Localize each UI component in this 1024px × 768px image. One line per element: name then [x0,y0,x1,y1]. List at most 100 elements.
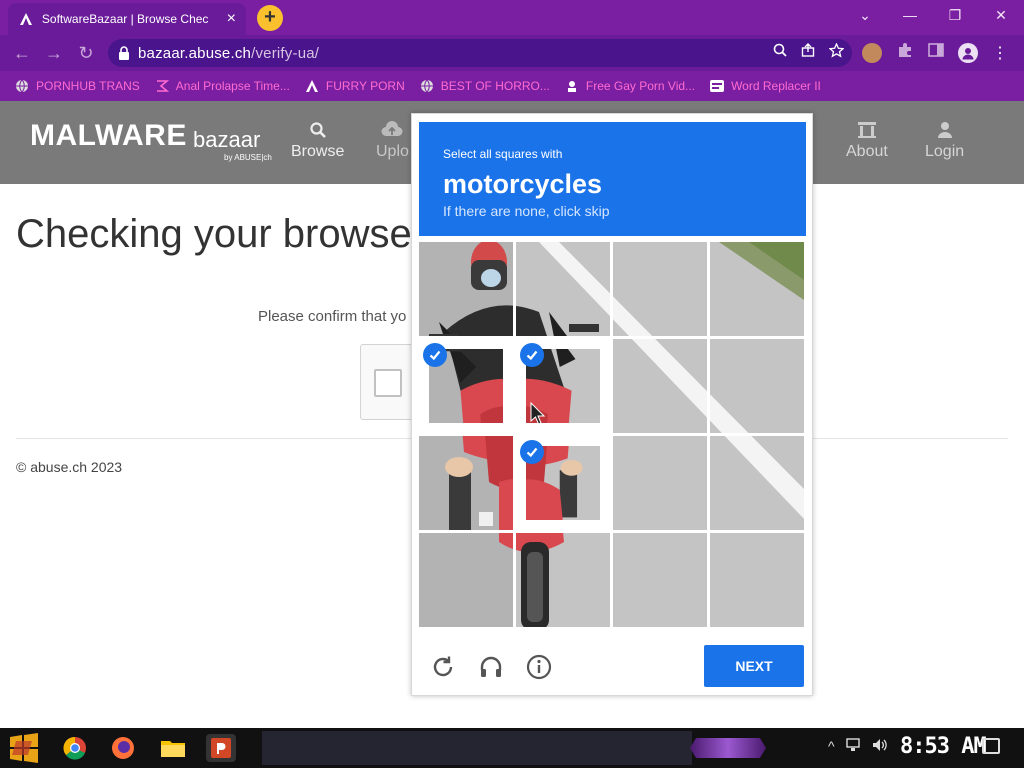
grid-cell-image [710,533,804,627]
grid-cell[interactable] [516,242,610,336]
user-icon [925,121,964,143]
grid-cell-image [613,533,707,627]
close-window-button[interactable]: ✕ [986,4,1016,26]
tab-search-chevron-icon[interactable]: ⌄ [850,4,880,26]
hcaptcha-checkbox[interactable] [374,369,402,397]
challenge-prompt: Select all squares with motorcycles If t… [419,122,806,236]
grid-cell[interactable] [613,436,707,530]
bookmark-item[interactable]: BEST OF HORRO... [419,78,550,94]
browser-menu-icon[interactable]: ⋮ [992,43,1008,63]
url-text: bazaar.abuse.ch/verify-ua/ [138,44,320,62]
taskbar-decoration [690,738,766,758]
logo-bazaar[interactable]: bazaar [193,127,260,153]
start-button[interactable] [6,733,42,763]
grid-cell[interactable] [419,533,513,627]
back-button[interactable]: ← [10,42,34,64]
site-icon [564,78,580,94]
prompt-target: motorcycles [443,169,603,199]
restore-button[interactable]: ❐ [940,4,970,26]
taskbar-clock[interactable]: 8:53 AM [900,734,987,759]
grid-cell-image [516,533,610,627]
bookmark-item[interactable]: PORNHUB TRANS [14,78,140,94]
bookmark-item[interactable]: Free Gay Porn Vid... [564,78,695,94]
address-bar[interactable]: bazaar.abuse.ch/verify-ua/ [108,39,852,67]
new-tab-button[interactable]: + [257,5,283,31]
tab-bar: SoftwareBazaar | Browse Chec × + ⌄ — ❐ ✕ [0,0,1024,35]
extensions-puzzle-icon[interactable] [896,41,914,64]
globe-icon [14,78,30,94]
search-icon [291,121,344,143]
nav-login[interactable]: Login [925,121,964,161]
lock-icon [118,46,130,60]
info-icon[interactable] [526,654,552,680]
firefox-taskbar-icon[interactable] [108,734,138,762]
extension-avatar-icon[interactable] [862,42,882,63]
selected-check-icon [520,440,544,464]
taskbar: ^ 8:53 AM [0,728,1024,768]
volume-icon[interactable] [871,738,889,755]
share-icon[interactable] [801,43,815,62]
confirm-text: Please confirm that yo [258,308,407,325]
grid-cell-image [613,242,707,336]
malwarebazaar-favicon-icon [18,11,34,27]
browser-tab[interactable]: SoftwareBazaar | Browse Chec × [8,3,246,35]
powerpoint-taskbar-icon[interactable] [206,734,236,762]
bracket-icon [154,78,170,94]
grid-cell[interactable] [516,436,610,530]
grid-cell[interactable] [613,533,707,627]
next-button[interactable]: NEXT [704,645,804,687]
hcaptcha-challenge: Select all squares with motorcycles If t… [411,113,813,696]
grid-cell[interactable] [419,242,513,336]
grid-cell[interactable] [613,242,707,336]
mouse-cursor-icon [530,402,546,425]
upload-icon [376,121,409,143]
grid-cell-image [419,242,513,336]
grid-cell-image [710,339,804,433]
grid-cell[interactable] [419,339,513,433]
zoom-search-icon[interactable] [773,43,787,62]
grid-cell[interactable] [613,339,707,433]
bookmark-item[interactable]: Anal Prolapse Time... [154,78,290,94]
refresh-icon[interactable] [430,654,456,680]
bookmark-item[interactable]: Word Replacer II [709,78,821,94]
notification-center-icon[interactable] [982,738,1000,754]
bookmark-star-icon[interactable] [828,42,845,62]
forward-button[interactable]: → [42,42,66,64]
network-icon[interactable] [845,738,861,755]
bookmarks-bar: PORNHUB TRANS Anal Prolapse Time... FURR… [0,71,1024,101]
grid-cell[interactable] [710,339,804,433]
grid-cell[interactable] [516,533,610,627]
bookmark-item[interactable]: FURRY PORN [304,78,405,94]
globe-icon [419,78,435,94]
grid-cell-image [710,242,804,336]
tab-close-icon[interactable]: × [227,11,236,27]
reload-button[interactable]: ↻ [74,42,98,64]
side-panel-icon[interactable] [928,42,944,63]
grid-cell[interactable] [419,436,513,530]
copyright: © abuse.ch 2023 [16,459,123,475]
grid-cell[interactable] [710,242,804,336]
audio-challenge-icon[interactable] [478,654,504,680]
logo-malware[interactable]: MALWARE [30,119,187,153]
grid-cell[interactable] [710,533,804,627]
grid-cell-image [613,339,707,433]
taskbar-wallpaper-strip [262,731,692,765]
grid-cell[interactable] [710,436,804,530]
grid-cell-image [419,533,513,627]
nav-upload[interactable]: Uplo [376,121,409,161]
minimize-button[interactable]: — [895,4,925,26]
nav-about[interactable]: About [846,121,888,161]
prompt-skip-hint: If there are none, click skip [443,203,610,219]
selected-check-icon [423,343,447,367]
grid-cell-image [419,436,513,530]
chrome-taskbar-icon[interactable] [60,734,90,762]
logo-by-abuse: by ABUSE|ch [224,153,272,162]
tray-chevron-icon[interactable]: ^ [828,738,835,755]
file-explorer-taskbar-icon[interactable] [158,734,188,762]
grid-cell-image [710,436,804,530]
building-icon [846,121,888,143]
wr-icon [709,78,725,94]
image-grid [419,242,806,629]
nav-browse[interactable]: Browse [291,121,344,161]
profile-avatar-icon[interactable] [958,42,978,63]
